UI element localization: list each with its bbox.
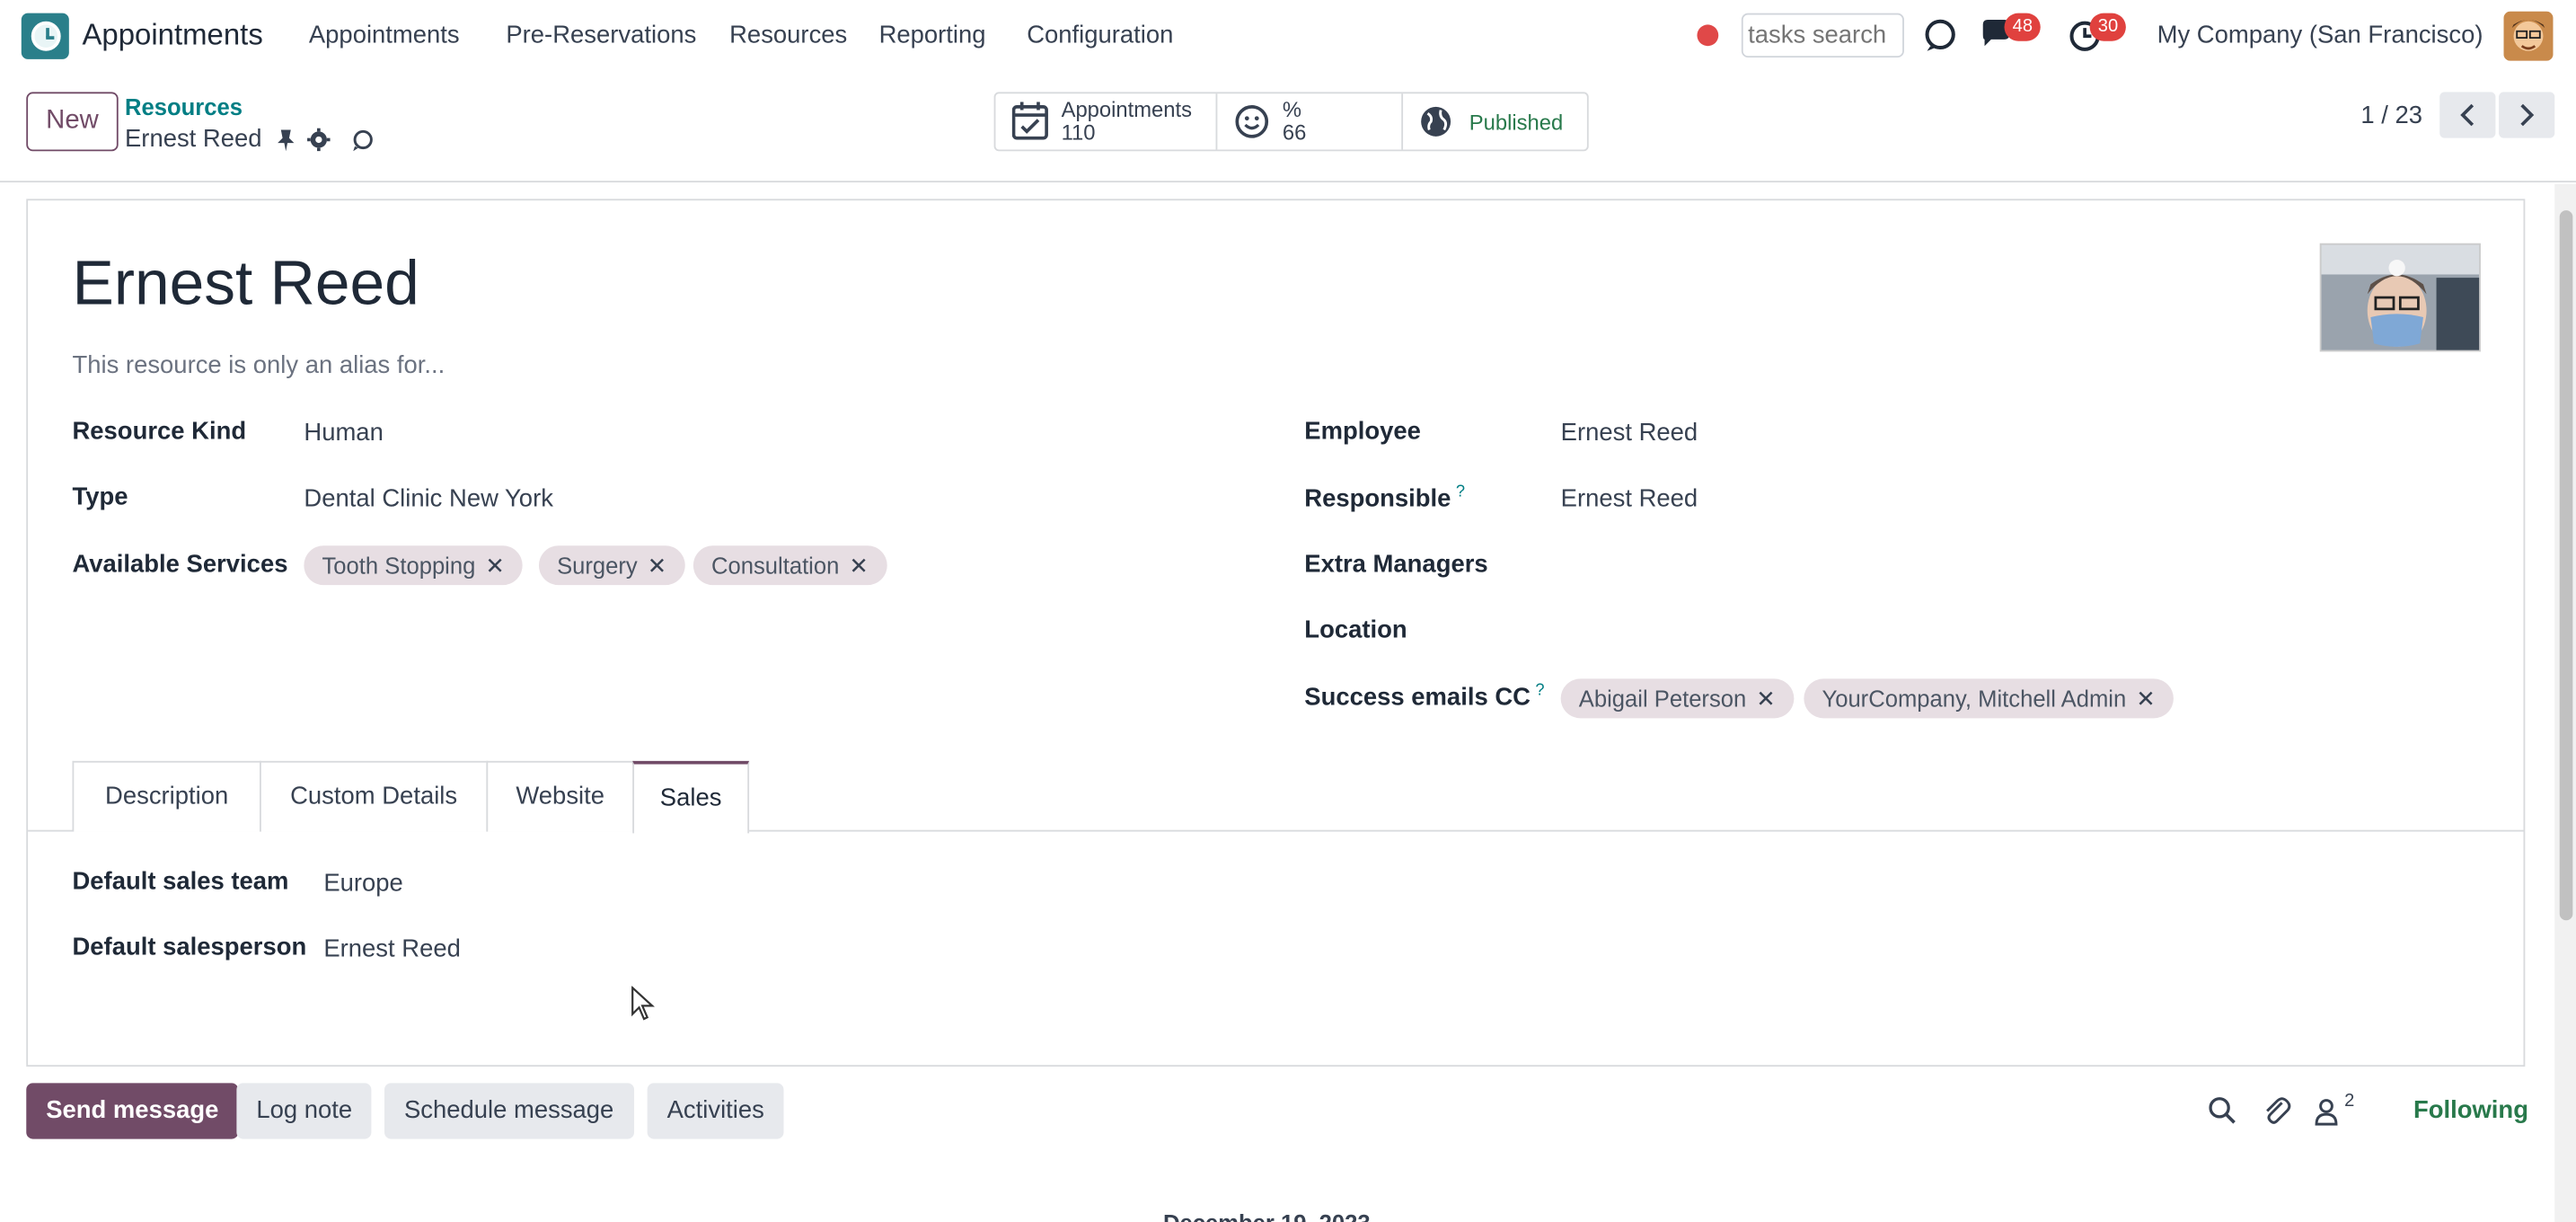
control-panel: New Resources Ernest Reed Appointments 1… [0, 72, 2576, 183]
messages-count-badge: 48 [2004, 13, 2042, 41]
type-label: Type [72, 483, 128, 511]
user-avatar[interactable] [2503, 11, 2554, 61]
type-field[interactable]: Dental Clinic New York [304, 485, 553, 513]
appointments-count: 110 [1061, 120, 1096, 145]
app-name[interactable]: Appointments [82, 18, 262, 52]
employee-label: Employee [1304, 417, 1421, 446]
default-salesperson-label: Default salesperson [72, 933, 307, 962]
available-services-label: Available Services [72, 550, 288, 579]
notebook-tabs: Description Custom Details Website Sales [28, 760, 2524, 834]
resource-kind-field[interactable]: Human [304, 419, 383, 447]
employee-field[interactable]: Ernest Reed [1561, 419, 1698, 447]
rating-value: 66 [1282, 120, 1307, 145]
send-message-button[interactable]: Send message [26, 1083, 239, 1139]
new-button[interactable]: New [26, 92, 119, 152]
following-button[interactable]: Following [2413, 1096, 2528, 1124]
schedule-message-button[interactable]: Schedule message [384, 1083, 634, 1139]
menu-reporting[interactable]: Reporting [879, 22, 986, 49]
rating-smart-button[interactable]: % 66 [1217, 93, 1404, 150]
rating-label: % [1282, 96, 1301, 122]
tab-website[interactable]: Website [486, 760, 635, 832]
tasks-search-input[interactable] [1741, 13, 1904, 58]
search-icon[interactable] [2208, 1096, 2237, 1126]
remove-tag-icon[interactable]: ✕ [485, 553, 504, 579]
chevron-right-icon [2520, 103, 2535, 127]
default-sales-team-field[interactable]: Europe [323, 870, 402, 898]
published-smart-button[interactable]: Published [1404, 93, 1587, 149]
extra-managers-label: Extra Managers [1304, 550, 1488, 579]
chatter-date-separator: December 19, 2023 [1163, 1209, 1371, 1222]
tab-description[interactable]: Description [72, 760, 261, 832]
remove-tag-icon[interactable]: ✕ [2136, 686, 2155, 712]
reload-icon[interactable] [351, 128, 375, 152]
tab-sales[interactable]: Sales [632, 760, 750, 834]
menu-resources[interactable]: Resources [729, 22, 847, 49]
published-label: Published [1469, 109, 1564, 135]
page: Appointments Appointments Pre-Reservatio… [0, 0, 2576, 1222]
pager-previous-button[interactable] [2439, 92, 2496, 138]
resource-kind-label: Resource Kind [72, 417, 247, 446]
service-tag[interactable]: Consultation ✕ [693, 545, 887, 586]
chevron-left-icon [2460, 103, 2475, 127]
refresh-chat-icon[interactable] [1922, 16, 1958, 52]
activities-count-badge: 30 [2089, 13, 2127, 41]
remove-tag-icon[interactable]: ✕ [1756, 686, 1775, 712]
default-salesperson-field[interactable]: Ernest Reed [323, 935, 461, 963]
menu-appointments[interactable]: Appointments [309, 22, 460, 49]
record-indicator-icon[interactable] [1697, 24, 1719, 47]
pager-next-button[interactable] [2499, 92, 2555, 138]
service-tag[interactable]: Surgery ✕ [538, 545, 685, 586]
remove-tag-icon[interactable]: ✕ [648, 553, 666, 579]
appointments-smart-button[interactable]: Appointments 110 [995, 93, 1217, 150]
smiley-icon [1234, 105, 1268, 138]
service-tag[interactable]: Tooth Stopping ✕ [304, 545, 523, 586]
pin-icon[interactable] [274, 128, 297, 152]
help-tooltip-icon[interactable]: ? [1456, 483, 1465, 501]
resource-photo[interactable] [2319, 243, 2481, 352]
paperclip-icon[interactable] [2263, 1096, 2292, 1126]
company-switcher[interactable]: My Company (San Francisco) [2157, 22, 2483, 49]
apps-menu-icon[interactable] [21, 13, 69, 59]
globe-icon [1421, 106, 1451, 137]
menu-configuration[interactable]: Configuration [1027, 22, 1173, 49]
alias-field[interactable]: This resource is only an alias for... [72, 351, 445, 379]
gear-icon[interactable] [307, 128, 331, 152]
activities-button[interactable]: Activities [647, 1083, 784, 1139]
pager-value[interactable]: 1 / 23 [2360, 102, 2422, 129]
log-note-button[interactable]: Log note [236, 1083, 373, 1139]
help-tooltip-icon[interactable]: ? [1535, 682, 1544, 700]
smart-buttons: Appointments 110 % 66 Published [993, 92, 1589, 152]
scrollbar[interactable] [2554, 183, 2576, 1222]
cc-partner-tag[interactable]: Abigail Peterson ✕ [1560, 678, 1794, 719]
tab-custom-details[interactable]: Custom Details [259, 760, 489, 832]
appointments-label: Appointments [1061, 96, 1193, 122]
breadcrumb-current: Ernest Reed [125, 125, 262, 154]
resource-name-field[interactable]: Ernest Reed [72, 250, 419, 321]
scrollbar-thumb[interactable] [2559, 210, 2573, 921]
menu-pre-reservations[interactable]: Pre-Reservations [506, 22, 696, 49]
breadcrumb-resources[interactable]: Resources [125, 93, 243, 120]
default-sales-team-label: Default sales team [72, 867, 289, 896]
location-label: Location [1304, 615, 1407, 645]
responsible-label: Responsible? [1304, 483, 1466, 513]
followers-count: 2 [2344, 1091, 2355, 1111]
mouse-cursor-icon [631, 986, 655, 1021]
top-navbar: Appointments Appointments Pre-Reservatio… [0, 0, 2576, 73]
remove-tag-icon[interactable]: ✕ [849, 553, 868, 579]
calendar-check-icon [1011, 102, 1048, 140]
form-sheet: Ernest Reed This resource is only an ali… [26, 199, 2526, 1067]
success-emails-cc-label: Success emails CC? [1304, 682, 1545, 713]
responsible-field[interactable]: Ernest Reed [1561, 485, 1698, 513]
followers-icon[interactable] [2312, 1096, 2342, 1126]
cc-partner-tag[interactable]: YourCompany, Mitchell Admin ✕ [1804, 678, 2174, 719]
